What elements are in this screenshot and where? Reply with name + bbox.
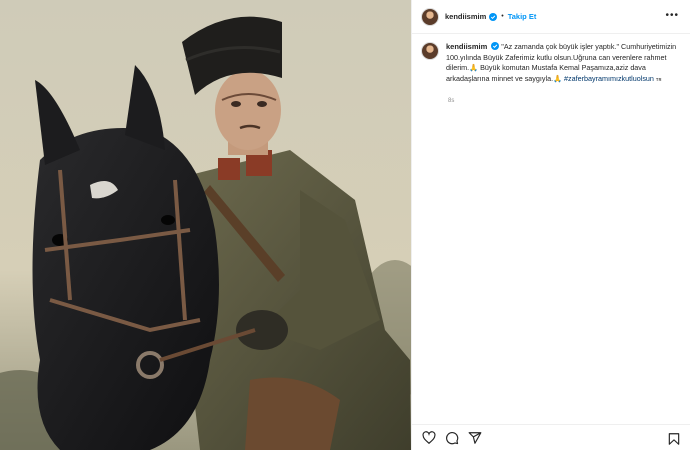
- post-header: kendiismim • Takip Et •••: [412, 0, 690, 34]
- hashtag-link[interactable]: #zaferbayramımızkutluolsun: [564, 74, 654, 83]
- verified-badge-icon: [491, 42, 500, 50]
- action-bar: [412, 424, 690, 450]
- separator-dot: •: [501, 13, 504, 20]
- follow-button[interactable]: Takip Et: [508, 12, 537, 21]
- verified-badge-icon: [489, 12, 498, 21]
- post-side-panel: kendiismim • Takip Et ••• kendiismim "Az…: [411, 0, 690, 450]
- caption-username-link[interactable]: kendiismim: [446, 42, 487, 51]
- translate-mark: ᴛʀ: [655, 76, 662, 83]
- more-options-button[interactable]: •••: [665, 11, 679, 21]
- caption-quote: "Az zamanda çok büyük işler yaptık.": [501, 42, 620, 51]
- caption: kendiismim "Az zamanda çok büyük işler y…: [421, 42, 683, 85]
- bookmark-icon[interactable]: [667, 432, 681, 446]
- post-time: 8s: [448, 98, 455, 104]
- username-link[interactable]: kendiismim: [445, 12, 486, 21]
- heart-icon[interactable]: [422, 430, 436, 445]
- caption-avatar[interactable]: [421, 42, 439, 60]
- painting-rider-on-horse: [0, 0, 411, 450]
- caption-text-block: kendiismim "Az zamanda çok büyük işler y…: [446, 42, 682, 85]
- comment-icon[interactable]: [445, 431, 459, 445]
- send-icon[interactable]: [468, 431, 482, 445]
- post-photo[interactable]: [0, 0, 411, 450]
- avatar[interactable]: [421, 7, 439, 26]
